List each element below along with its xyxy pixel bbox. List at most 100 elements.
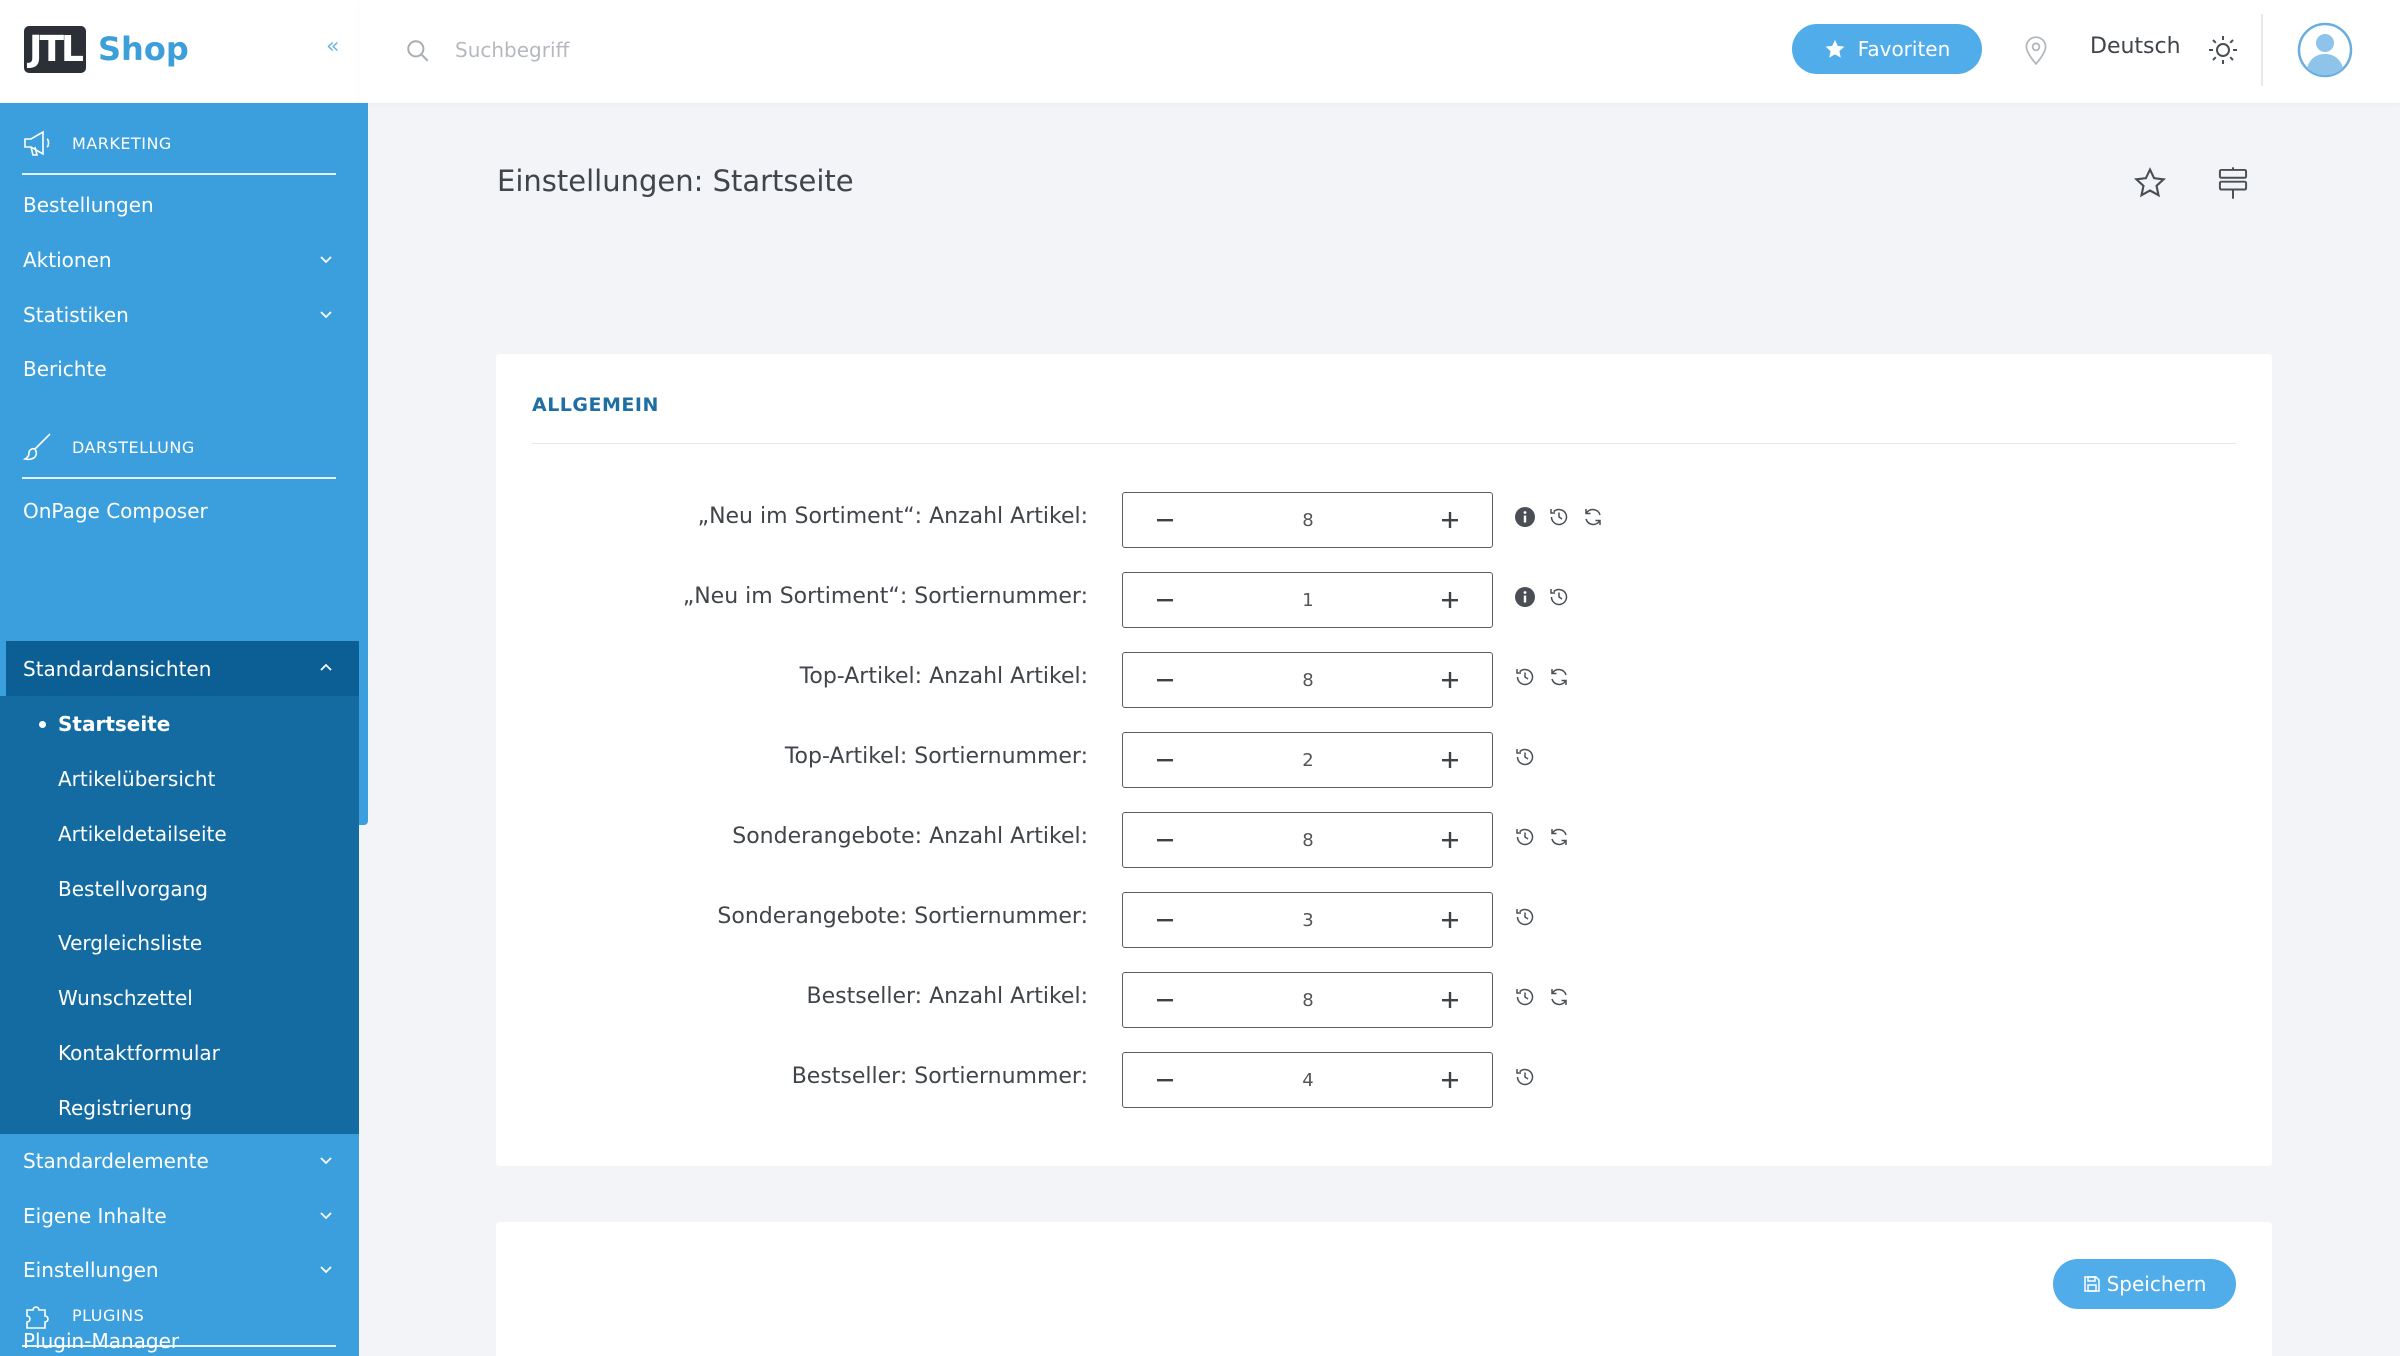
increment-button[interactable] xyxy=(1420,573,1480,626)
decrement-button[interactable] xyxy=(1135,653,1195,706)
sidebar-item-bestellungen[interactable]: Bestellungen xyxy=(0,177,359,232)
history-icon[interactable] xyxy=(1548,506,1570,528)
signpost-icon[interactable] xyxy=(2217,166,2249,200)
sidebar-item-label: Aktionen xyxy=(23,247,112,272)
decrement-button[interactable] xyxy=(1135,573,1195,626)
increment-button[interactable] xyxy=(1420,733,1480,786)
sidebar-section-title: MARKETING xyxy=(72,133,172,153)
sidebar-subitem-vergleichsliste[interactable]: Vergleichsliste xyxy=(0,915,359,970)
increment-button[interactable] xyxy=(1420,1053,1480,1106)
setting-row: Bestseller: Sortiernummer: xyxy=(496,1052,2272,1108)
save-label: Speichern xyxy=(2106,1272,2207,1296)
plus-icon xyxy=(1442,831,1458,848)
decrement-button[interactable] xyxy=(1135,493,1195,546)
logo-mark[interactable]: JTL xyxy=(24,26,86,73)
increment-button[interactable] xyxy=(1420,493,1480,546)
increment-button[interactable] xyxy=(1420,653,1480,706)
history-icon[interactable] xyxy=(1514,746,1536,768)
section-title: ALLGEMEIN xyxy=(532,394,659,416)
history-icon[interactable] xyxy=(1514,1066,1536,1088)
plus-icon xyxy=(1442,991,1458,1008)
setting-label: Sonderangebote: Anzahl Artikel: xyxy=(732,824,1088,849)
decrement-button[interactable] xyxy=(1135,733,1195,786)
plus-icon xyxy=(1442,671,1458,688)
refresh-icon[interactable] xyxy=(1582,506,1604,528)
sun-icon[interactable] xyxy=(2207,34,2239,66)
refresh-icon[interactable] xyxy=(1548,666,1570,688)
chevron-down-icon xyxy=(320,1212,332,1220)
decrement-button[interactable] xyxy=(1135,1053,1195,1106)
history-icon[interactable] xyxy=(1514,986,1536,1008)
sidebar-subitem-wunschzettel[interactable]: Wunschzettel xyxy=(0,970,359,1025)
history-icon[interactable] xyxy=(1548,586,1570,608)
sidebar-subitem-kontaktformular[interactable]: Kontaktformular xyxy=(0,1025,359,1080)
refresh-icon[interactable] xyxy=(1548,986,1570,1008)
language-selector[interactable]: Deutsch xyxy=(2090,34,2181,59)
info-icon[interactable] xyxy=(1514,586,1536,608)
header-divider xyxy=(2261,14,2263,86)
row-actions xyxy=(1514,586,1570,608)
setting-value-input[interactable] xyxy=(1213,903,1403,937)
row-actions xyxy=(1514,826,1570,848)
save-button[interactable]: Speichern xyxy=(2053,1259,2236,1309)
setting-value-input[interactable] xyxy=(1213,583,1403,617)
star-outline-icon[interactable] xyxy=(2133,166,2167,200)
minus-icon xyxy=(1157,998,1173,1001)
sidebar-subitem-bestellvorgang[interactable]: Bestellvorgang xyxy=(0,861,359,916)
increment-button[interactable] xyxy=(1420,813,1480,866)
sidebar-scrollbar[interactable] xyxy=(359,103,368,825)
number-stepper xyxy=(1122,972,1493,1028)
search-input[interactable] xyxy=(455,30,955,70)
sidebar-item-berichte[interactable]: Berichte xyxy=(0,341,359,396)
sidebar-item-label: Berichte xyxy=(23,356,107,381)
save-card: Speichern xyxy=(496,1222,2272,1356)
sidebar-collapse-button[interactable]: « xyxy=(326,34,339,59)
favorites-button[interactable]: Favoriten xyxy=(1792,24,1982,74)
sidebar-item-label: OnPage Composer xyxy=(23,498,208,523)
setting-value-input[interactable] xyxy=(1213,823,1403,857)
sidebar-item-onpage-composer[interactable]: OnPage Composer xyxy=(0,483,359,538)
sidebar: MARKETING Bestellungen Aktionen Statisti… xyxy=(0,103,359,1356)
setting-label: „Neu im Sortiment“: Sortiernummer: xyxy=(682,584,1088,609)
setting-value-input[interactable] xyxy=(1213,983,1403,1017)
chevron-down-icon xyxy=(320,1266,332,1274)
increment-button[interactable] xyxy=(1420,973,1480,1026)
increment-button[interactable] xyxy=(1420,893,1480,946)
history-icon[interactable] xyxy=(1514,906,1536,928)
sidebar-item-plugin-manager[interactable]: Plugin-Manager xyxy=(0,1313,359,1356)
decrement-button[interactable] xyxy=(1135,813,1195,866)
logo-text[interactable]: Shop xyxy=(98,30,189,68)
setting-value-input[interactable] xyxy=(1213,663,1403,697)
sidebar-subitem-artikeluebersicht[interactable]: Artikelübersicht xyxy=(0,751,359,806)
setting-value-input[interactable] xyxy=(1213,503,1403,537)
sidebar-section-darstellung: DARSTELLUNG xyxy=(22,417,336,479)
history-icon[interactable] xyxy=(1514,826,1536,848)
sidebar-item-aktionen[interactable]: Aktionen xyxy=(0,232,359,287)
refresh-icon[interactable] xyxy=(1548,826,1570,848)
setting-value-input[interactable] xyxy=(1213,1063,1403,1097)
info-icon[interactable] xyxy=(1514,506,1536,528)
setting-row: Sonderangebote: Sortiernummer: xyxy=(496,892,2272,948)
sidebar-subitem-startseite[interactable]: Startseite xyxy=(0,696,359,751)
history-icon[interactable] xyxy=(1514,666,1536,688)
sidebar-item-eigene-inhalte[interactable]: Eigene Inhalte xyxy=(0,1188,359,1243)
setting-row: Sonderangebote: Anzahl Artikel: xyxy=(496,812,2272,868)
setting-row: „Neu im Sortiment“: Anzahl Artikel: xyxy=(496,492,2272,548)
decrement-button[interactable] xyxy=(1135,973,1195,1026)
minus-icon xyxy=(1157,598,1173,601)
chevron-down-icon xyxy=(320,311,332,319)
sidebar-subitem-artikeldetailseite[interactable]: Artikeldetailseite xyxy=(0,806,359,861)
sidebar-item-label: Einstellungen xyxy=(23,1257,159,1282)
setting-value-input[interactable] xyxy=(1213,743,1403,777)
user-avatar-icon[interactable] xyxy=(2297,22,2353,78)
minus-icon xyxy=(1157,1078,1173,1081)
location-pin-icon[interactable] xyxy=(2023,34,2049,66)
plus-icon xyxy=(1442,751,1458,768)
sidebar-item-statistiken[interactable]: Statistiken xyxy=(0,287,359,342)
sidebar-item-standardansichten[interactable]: Standardansichten xyxy=(0,641,359,696)
sidebar-item-standardelemente[interactable]: Standardelemente xyxy=(0,1133,359,1188)
setting-row: Top-Artikel: Anzahl Artikel: xyxy=(496,652,2272,708)
sidebar-item-label: Eigene Inhalte xyxy=(23,1203,167,1228)
decrement-button[interactable] xyxy=(1135,893,1195,946)
sidebar-subitem-registrierung[interactable]: Registrierung xyxy=(0,1080,359,1135)
